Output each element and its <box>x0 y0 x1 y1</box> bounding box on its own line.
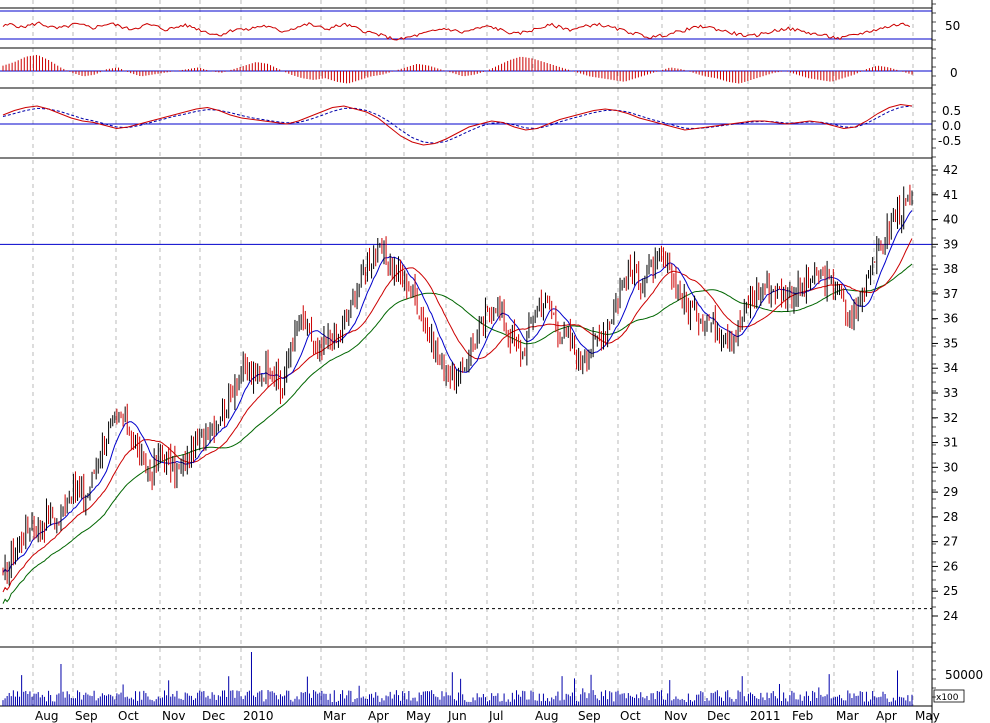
price-tick-37: 37 <box>943 287 958 301</box>
x-tick-label-17: Feb <box>792 709 813 723</box>
x-tick-label-4: Dec <box>202 709 225 723</box>
price-tick-27: 27 <box>943 535 958 549</box>
macd-tick-0.5: 0.5 <box>942 104 961 118</box>
price-tick-42: 42 <box>943 163 958 177</box>
x-tick-label-18: Mar <box>836 709 859 723</box>
price-tick-36: 36 <box>943 312 958 326</box>
x-tick-label-10: Jul <box>488 709 503 723</box>
x-tick-label-20: May <box>915 709 940 723</box>
price-tick-41: 41 <box>943 188 958 202</box>
price-tick-39: 39 <box>943 237 958 251</box>
price-tick-40: 40 <box>943 213 958 227</box>
price-tick-35: 35 <box>943 336 958 350</box>
x-tick-label-6: Mar <box>323 709 346 723</box>
price-tick-29: 29 <box>943 485 958 499</box>
price-tick-30: 30 <box>943 460 958 474</box>
x-tick-label-3: Nov <box>162 709 185 723</box>
price-tick-32: 32 <box>943 411 958 425</box>
price-tick-38: 38 <box>943 262 958 276</box>
price-tick-24: 24 <box>943 609 958 623</box>
x-tick-label-8: May <box>406 709 431 723</box>
oscillator-tick-50: 50 <box>945 19 960 33</box>
x-tick-label-14: Nov <box>664 709 687 723</box>
macd-tick--0.5: -0.5 <box>938 134 961 148</box>
x-tick-label-5: 2010 <box>243 709 274 723</box>
macd-tick-0.0: 0.0 <box>942 119 961 133</box>
volume-tick-50000: 50000 <box>945 668 983 682</box>
x-tick-label-15: Dec <box>707 709 730 723</box>
price-tick-28: 28 <box>943 510 958 524</box>
x-tick-label-11: Aug <box>535 709 558 723</box>
price-tick-33: 33 <box>943 386 958 400</box>
stock-chart: 50 0 0.5 0.0 -0.5 24 25 26 27 28 29 30 31 32 33 34… <box>0 0 990 723</box>
x-tick-label-7: Apr <box>368 709 389 723</box>
price-tick-31: 31 <box>943 436 958 450</box>
x-tick-label-1: Sep <box>75 709 98 723</box>
x-tick-label-19: Apr <box>876 709 897 723</box>
x-tick-label-9: Jun <box>447 709 467 723</box>
x-tick-label-13: Oct <box>620 709 641 723</box>
x-tick-label-12: Sep <box>578 709 601 723</box>
volume-unit-label: x100 <box>936 693 959 703</box>
histogram-tick-0: 0 <box>950 66 958 80</box>
price-tick-26: 26 <box>943 559 958 573</box>
price-tick-34: 34 <box>943 361 958 375</box>
price-tick-25: 25 <box>943 584 958 598</box>
x-tick-label-0: Aug <box>35 709 58 723</box>
x-tick-label-2: Oct <box>118 709 139 723</box>
x-tick-label-16: 2011 <box>750 709 781 723</box>
